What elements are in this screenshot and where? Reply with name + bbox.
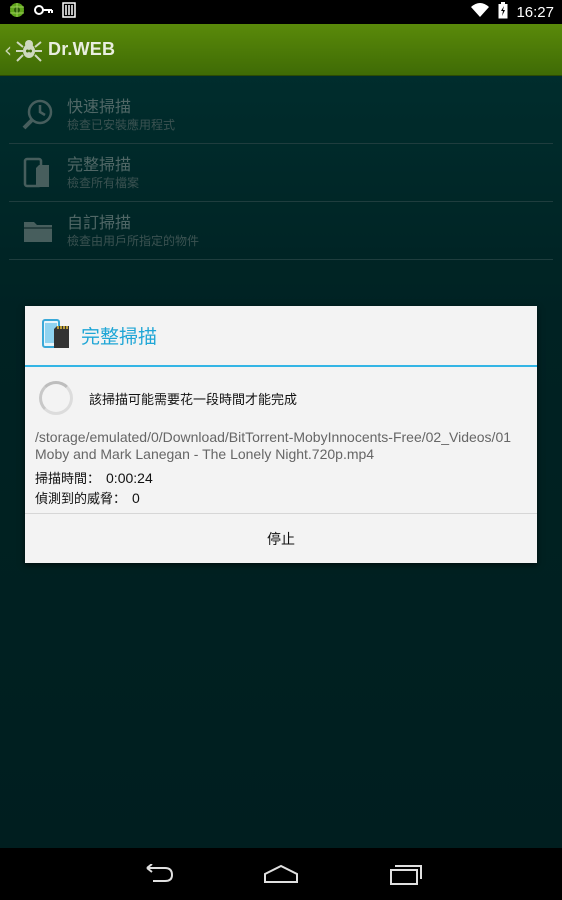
phone-sdcard-color-icon: [40, 318, 72, 354]
drweb-spider-logo-icon[interactable]: [14, 35, 44, 65]
dialog-footer: 停止: [25, 513, 537, 563]
status-bar: 16:27: [0, 0, 562, 24]
status-left: [8, 1, 76, 23]
threats-label: 偵測到的威脅：: [35, 492, 127, 507]
home-icon: [264, 864, 298, 883]
drweb-notification-icon: [8, 1, 26, 23]
status-time: 16:27: [516, 3, 554, 21]
barcode-icon: [62, 2, 76, 22]
status-right: 16:27: [470, 1, 554, 23]
dialog-message: 該掃描可能需要花一段時間才能完成: [89, 392, 298, 408]
wifi-icon: [470, 2, 490, 22]
home-nav-button[interactable]: [261, 859, 301, 889]
threats-row: 偵測到的威脅： 0: [35, 488, 140, 507]
back-nav-button[interactable]: [137, 859, 177, 889]
stop-button[interactable]: 停止: [267, 529, 295, 549]
recents-nav-button[interactable]: [385, 859, 425, 889]
scan-time-value: 0:00:24: [106, 470, 153, 486]
back-arrow-icon: [146, 864, 174, 882]
threats-value: 0: [132, 490, 140, 506]
key-icon: [34, 3, 54, 21]
loading-spinner-icon: [39, 381, 73, 415]
recent-apps-icon: [390, 865, 422, 885]
full-scan-dialog: 完整掃描 該掃描可能需要花一段時間才能完成 /storage/emulated/…: [25, 306, 537, 563]
app-brand-title: Dr.WEB: [48, 39, 116, 59]
battery-charging-icon: [498, 1, 508, 23]
dialog-header: 完整掃描: [25, 306, 537, 367]
dialog-title: 完整掃描: [81, 326, 158, 348]
scanned-file-path: /storage/emulated/0/Download/BitTorrent-…: [35, 429, 512, 462]
back-chevron-icon[interactable]: ‹: [4, 38, 12, 62]
dialog-body: 該掃描可能需要花一段時間才能完成 /storage/emulated/0/Dow…: [25, 367, 537, 512]
app-bar: ‹ Dr.WEB: [0, 24, 562, 76]
navigation-bar: [0, 848, 562, 900]
scan-time-row: 掃描時間： 0:00:24: [35, 468, 153, 487]
scan-time-label: 掃描時間：: [35, 472, 101, 487]
progress-row: 該掃描可能需要花一段時間才能完成: [39, 381, 297, 415]
